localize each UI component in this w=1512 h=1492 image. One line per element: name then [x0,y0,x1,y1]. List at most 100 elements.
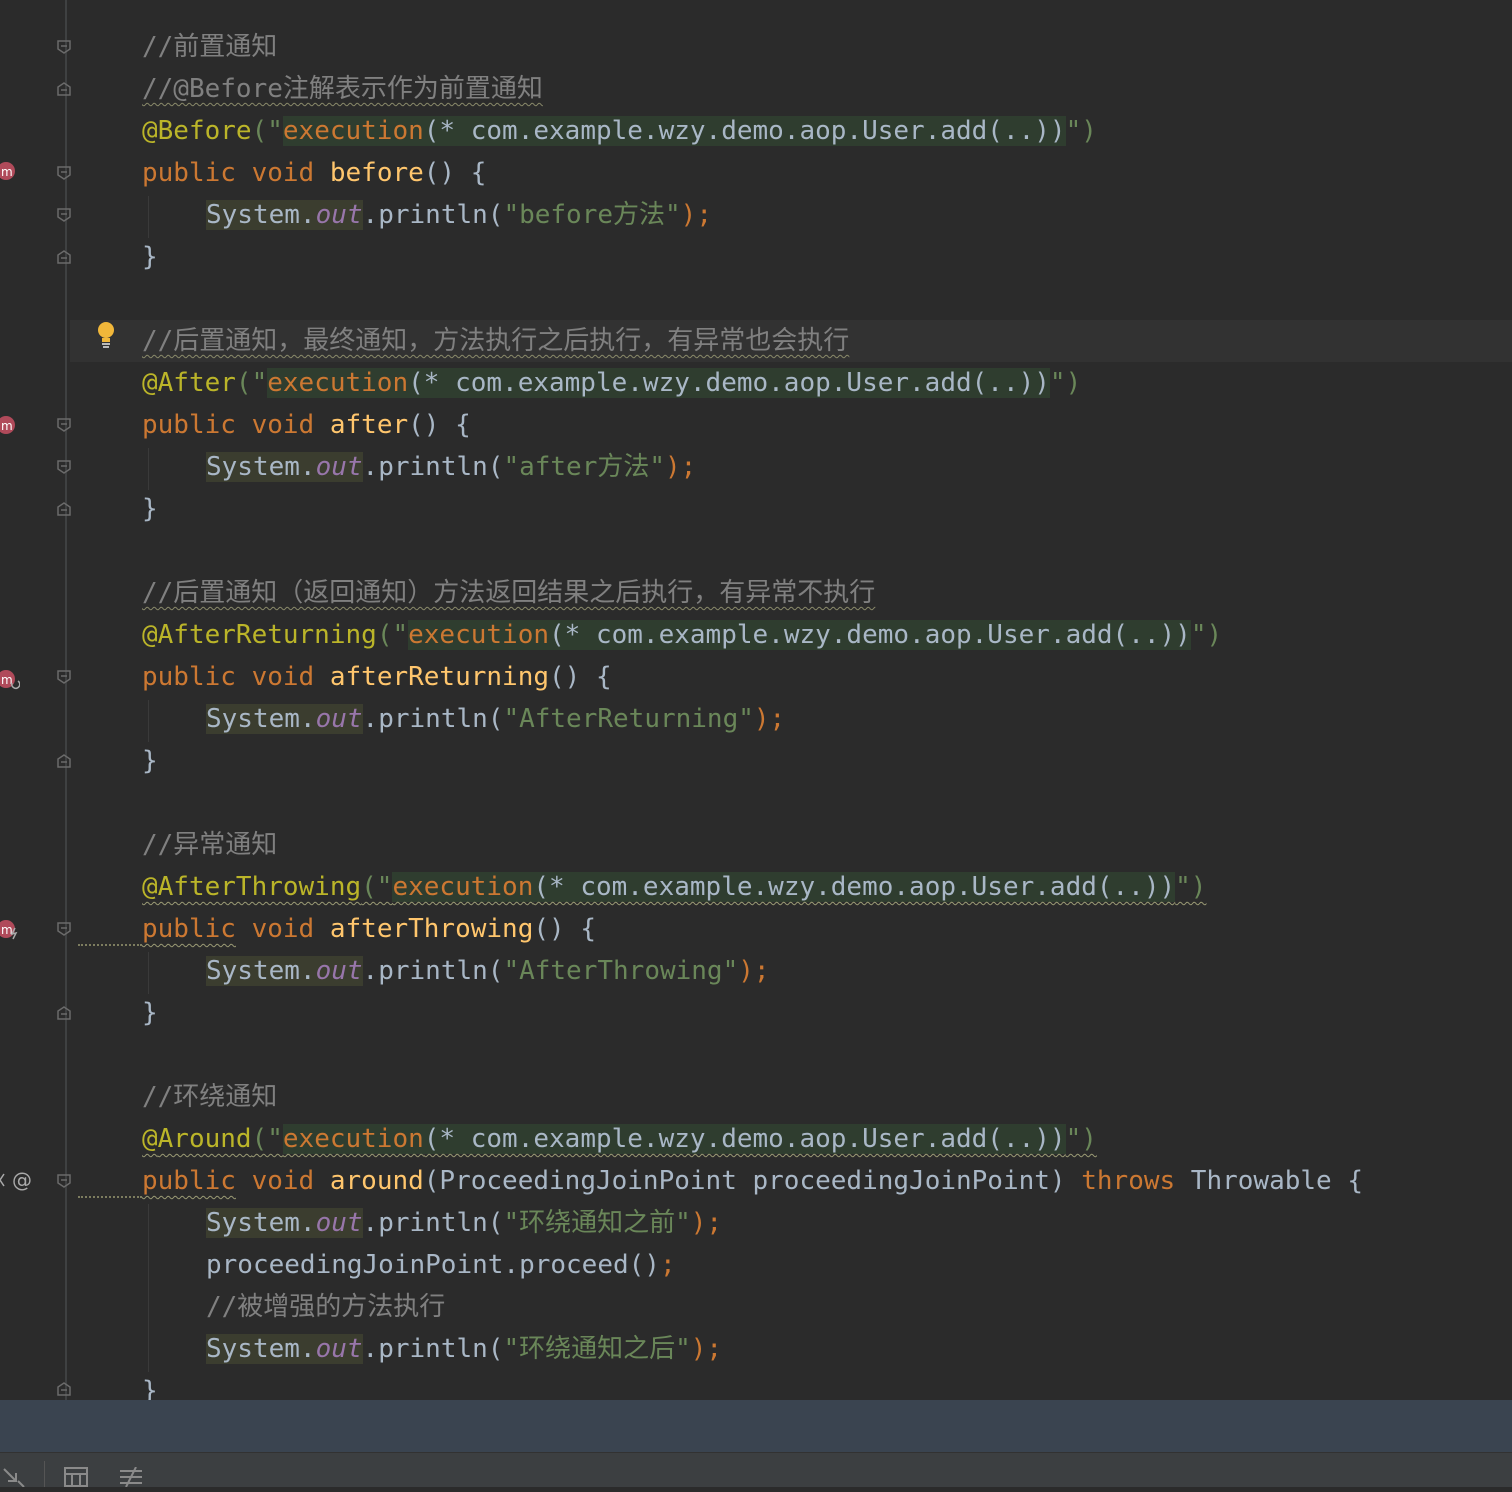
punct: ; [659,1250,676,1280]
out-field: out [315,200,363,230]
code-line[interactable]: @Before("execution(* com.example.wzy.dem… [142,110,1097,152]
indent-guide [148,1204,149,1372]
annotation: @After [142,368,236,398]
code-line[interactable]: //后置通知（返回通知）方法返回结果之后执行，有异常不执行 [142,572,875,614]
system-ref: System.out [206,1334,363,1364]
code-line[interactable]: System.out.println("环绕通知之后"); [206,1328,722,1370]
advice-method-icon[interactable]: m [0,414,20,436]
code-line[interactable]: System.out.println("环绕通知之前"); [206,1202,722,1244]
advice-method-icon[interactable]: m [0,160,20,182]
indent-guide [148,196,149,238]
fold-marker-icon[interactable] [57,1174,71,1188]
code-line[interactable]: proceedingJoinPoint.proceed(); [206,1244,676,1286]
code-line[interactable]: //前置通知 [142,26,277,68]
println: .println( [362,1208,504,1238]
code-editor[interactable]: m m m m @ //前置通知 //@Before注解表示作为前置通知 @Be… [0,0,1512,1400]
code-line[interactable]: @After("execution(* com.example.wzy.demo… [142,362,1081,404]
string: (" [361,872,393,902]
lightbulb-icon[interactable] [95,320,117,354]
punct: ); [690,1334,723,1364]
collapse-icon[interactable] [2,1467,26,1492]
code-line[interactable]: @AfterThrowing("execution(* com.example.… [142,866,1206,908]
advice-method-icon[interactable]: m [0,668,21,690]
code-line[interactable]: public void before() { [142,152,486,194]
comment: //后置通知，最终通知，方法执行之后执行，有异常也会执行 [142,326,850,356]
calculator-icon[interactable] [64,1467,90,1492]
code-line[interactable]: public void afterReturning() { [142,656,612,698]
code-line[interactable]: } [142,488,158,530]
fold-marker-icon[interactable] [57,82,71,96]
advice-method-icon[interactable]: m [0,918,20,940]
code-line[interactable]: } [142,236,158,278]
punct: () { [423,158,487,188]
method-name: around [329,1166,424,1196]
comment: //环绕通知 [142,1082,278,1112]
code-line[interactable]: } [142,1370,158,1400]
fold-marker-icon[interactable] [57,502,71,516]
out-field: out [315,704,363,734]
exec-keyword: execution [408,620,550,650]
code-line[interactable]: public void afterThrowing() { [142,908,596,950]
fold-marker-icon[interactable] [57,754,71,768]
system-ref: System.out [206,704,363,734]
println: .println( [362,956,504,986]
fold-marker-icon[interactable] [57,460,71,474]
punct: ); [690,1208,723,1238]
exec-keyword: execution [282,116,424,146]
code-line[interactable]: System.out.println("after方法"); [206,446,696,488]
fold-marker-icon[interactable] [57,418,71,432]
brace: } [142,242,158,272]
system-class: System. [206,704,316,734]
fold-marker-icon[interactable] [57,1382,71,1396]
string: (" [251,1124,283,1154]
throwable-type: Throwable { [1175,1166,1363,1196]
comment: //@Before注解表示作为前置通知 [142,74,543,104]
pointcut-expression: execution(* com.example.wzy.demo.aop.Use… [408,620,1191,650]
code-line[interactable]: //被增强的方法执行 [206,1286,445,1328]
fold-marker-icon[interactable] [57,250,71,264]
fold-marker-icon[interactable] [57,40,71,54]
system-class: System. [206,200,316,230]
code-line[interactable]: } [142,992,158,1034]
diff-icon[interactable] [118,1466,144,1492]
fold-marker-icon[interactable] [57,670,71,684]
system-ref: System.out [206,452,363,482]
keyword: void [251,158,315,188]
pointcut-expression: execution(* com.example.wzy.demo.aop.Use… [392,872,1176,902]
string: "before方法" [503,200,681,230]
code-line[interactable]: //@Before注解表示作为前置通知 [142,68,543,110]
string: ") [1049,368,1082,398]
brace: } [142,1376,158,1400]
code-line[interactable]: public void after() { [142,404,471,446]
code-line[interactable]: //环绕通知 [142,1076,277,1118]
string: (" [376,620,409,650]
code-line[interactable]: //后置通知，最终通知，方法执行之后执行，有异常也会执行 [142,320,849,362]
keyword: public [142,158,236,188]
method-name: afterThrowing [329,914,534,944]
code-line[interactable]: @AfterReturning("execution(* com.example… [142,614,1222,656]
code-line[interactable]: System.out.println("before方法"); [206,194,712,236]
keyword: void [251,914,315,944]
punct: ); [753,704,786,734]
at-annotation-icon[interactable]: @ [0,1168,40,1192]
code-line[interactable]: } [142,740,158,782]
fold-marker-icon[interactable] [57,1006,71,1020]
out-field: out [315,1208,363,1238]
fold-marker-icon[interactable] [57,922,71,936]
fold-marker-icon[interactable] [57,166,71,180]
code-line[interactable]: @Around("execution(* com.example.wzy.dem… [142,1118,1097,1160]
fold-marker-icon[interactable] [57,208,71,222]
code-line[interactable]: System.out.println("AfterThrowing"); [206,950,770,992]
code-line[interactable]: public void around(ProceedingJoinPoint p… [142,1160,1363,1202]
string: (" [235,368,268,398]
indent-guide [148,700,149,742]
println: .println( [362,200,504,230]
punct: ); [680,200,712,230]
code-line[interactable]: //异常通知 [142,824,277,866]
string: (" [251,116,283,146]
method-name: afterReturning [329,662,550,692]
string: "after方法" [503,452,666,482]
code-line[interactable]: System.out.println("AfterReturning"); [206,698,785,740]
svg-text:m: m [1,419,13,433]
punct: ); [665,452,697,482]
